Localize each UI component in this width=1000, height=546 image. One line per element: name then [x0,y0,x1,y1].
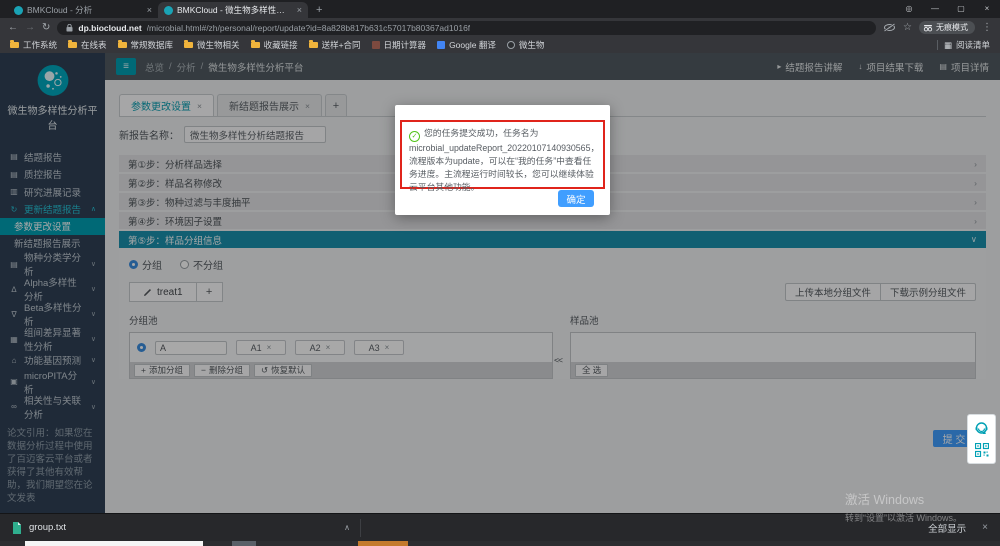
dialog-message-prefix: 您的任务提交成功，任务名为 [424,128,538,138]
task-success-dialog: ✓ 您的任务提交成功，任务名为 microbial_updateReport_202… [395,105,610,215]
bookmark-folder[interactable]: 常规数据库 [118,39,174,51]
downloaded-file-name: group.txt [29,522,66,533]
tab-search-icon[interactable]: ◎ [896,0,922,18]
address-bar: ← → ↻ dp.biocloud.net /microbial.html#/z… [0,18,1000,37]
customer-service-icon[interactable] [974,421,989,436]
web-page: 微生物多样性分析平台 ▤结题报告 ▤质控报告 ▥研究进展记录 ↻更新结题报告∧ … [0,53,1000,513]
close-shelf-icon[interactable]: × [982,522,988,533]
downloaded-file-chip[interactable]: group.txt ∧ [12,522,360,534]
caret-up-icon[interactable]: ∧ [344,523,350,532]
bookmarks-bar: 工作系统 在线表 常规数据库 微生物相关 收藏链接 送样+合同 日期计算器 Go… [0,37,1000,53]
bottom-edge [0,541,1000,546]
url-field[interactable]: dp.biocloud.net /microbial.html#/zh/pers… [57,21,876,35]
window-controls: ◎ — ▢ × [896,0,1000,18]
annotated-message-box: ✓ 您的任务提交成功，任务名为 microbial_updateReport_202… [400,120,605,189]
url-path: /microbial.html#/zh/personal/report/upda… [147,23,471,33]
folder-icon [309,42,318,48]
incognito-badge: 无痕模式 [919,21,975,34]
close-window-button[interactable]: × [974,0,1000,18]
background-window-sliver [25,541,203,546]
windows-watermark: 激活 Windows 转到“设置”以激活 Windows。 [845,489,962,524]
tab-title: BMKCloud - 微生物多样性分析 [177,4,293,16]
qr-code-icon[interactable] [975,443,989,457]
divider [360,519,361,537]
date-calculator-icon [372,41,380,49]
lock-icon [66,24,73,32]
address-bar-actions: ☆ 无痕模式 ⋮ [883,21,992,34]
new-tab-button[interactable]: + [316,4,322,18]
bookmark-folder[interactable]: 在线表 [68,39,107,51]
folder-icon [118,42,127,48]
taskbar-item-sliver [358,541,408,546]
bookmark-folder[interactable]: 微生物相关 [184,39,240,51]
folder-icon [251,42,260,48]
reading-list-button[interactable]: ▦阅读清单 [944,39,990,51]
reload-button[interactable]: ↻ [42,22,50,33]
bookmark-folder[interactable]: 工作系统 [10,39,57,51]
incognito-icon [923,24,933,32]
bookmark-microbe[interactable]: 微生物 [507,39,545,51]
back-button[interactable]: ← [8,22,18,33]
browser-tab-2-active[interactable]: BMKCloud - 微生物多样性分析 × [158,2,308,18]
menu-dots-icon[interactable]: ⋮ [982,22,992,33]
minimize-button[interactable]: — [922,0,948,18]
browser-tab-1[interactable]: BMKCloud - 分析 × [8,2,158,18]
url-domain: dp.biocloud.net [78,23,141,33]
forward-button[interactable]: → [25,22,35,33]
bookmark-folder[interactable]: 收藏链接 [251,39,298,51]
floating-help-widget [967,414,996,464]
file-icon [12,522,22,534]
taskbar-item-sliver [232,541,256,546]
dialog-task-name: microbial_updateReport_20220107140930565 [409,143,590,153]
maximize-button[interactable]: ▢ [948,0,974,18]
site-favicon [14,6,23,15]
tab-close-icon[interactable]: × [147,5,152,15]
google-translate-icon [437,41,445,49]
folder-icon [10,42,19,48]
incognito-label: 无痕模式 [936,22,968,33]
site-favicon [164,6,173,15]
folder-icon [184,42,193,48]
tab-close-icon[interactable]: × [297,5,302,15]
success-check-icon: ✓ [409,131,420,142]
bookmark-google-translate[interactable]: Google 翻译 [437,39,496,51]
browser-tabstrip: BMKCloud - 分析 × BMKCloud - 微生物多样性分析 × + … [0,0,1000,18]
tab-title: BMKCloud - 分析 [27,4,143,16]
globe-icon [507,41,515,49]
confirm-button[interactable]: 确定 [558,190,594,207]
bookmark-star-icon[interactable]: ☆ [903,22,912,33]
divider [937,40,938,50]
screen: BMKCloud - 分析 × BMKCloud - 微生物多样性分析 × + … [0,0,1000,546]
bookmark-folder[interactable]: 送样+合同 [309,39,361,51]
folder-icon [68,42,77,48]
reading-list-icon: ▦ [944,40,952,51]
bookmark-date-calculator[interactable]: 日期计算器 [372,39,427,51]
eye-blocked-icon[interactable] [883,23,896,32]
